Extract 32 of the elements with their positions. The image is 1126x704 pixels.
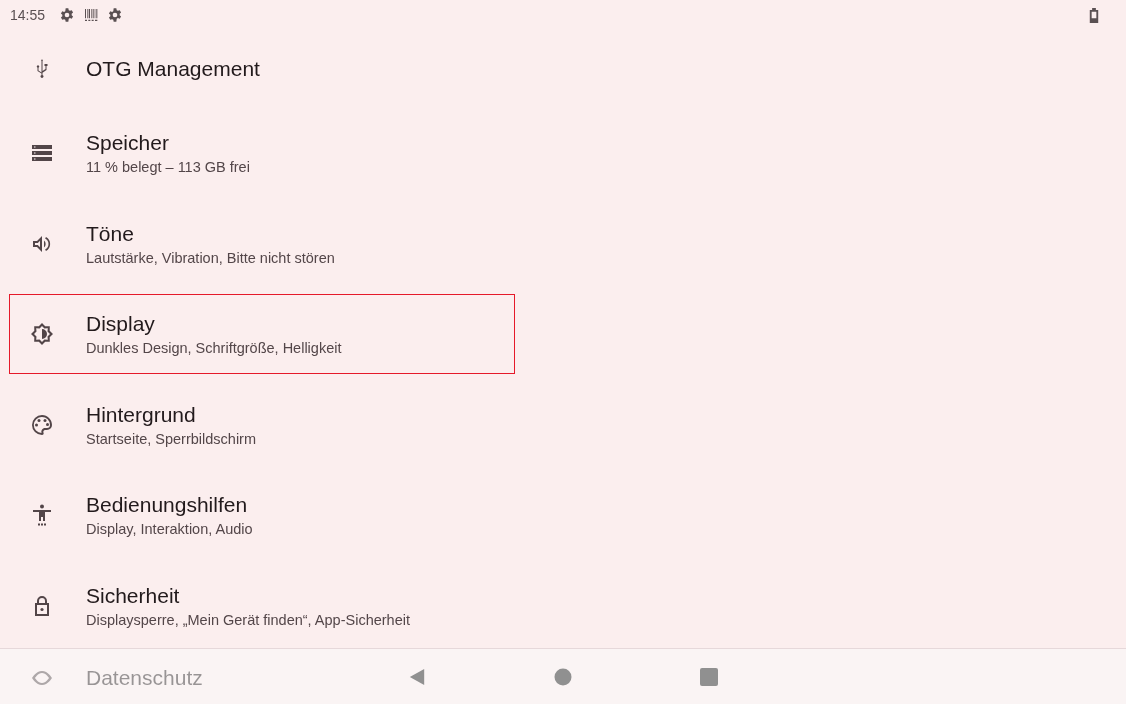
item-subtitle: Lautstärke, Vibration, Bitte nicht stören (86, 249, 335, 266)
settings-item[interactable]: OTG Management (9, 29, 515, 109)
item-subtitle: Dunkles Design, Schriftgröße, Helligkeit (86, 340, 342, 357)
item-title: Display (86, 312, 156, 337)
item-subtitle: Displaysperre, „Mein Gerät finden“, App-Sicherheit (86, 611, 410, 628)
battery-icon (1089, 7, 1099, 23)
palette-icon (30, 412, 54, 437)
item-title: Sicherheit (86, 583, 181, 608)
item-title: Hintergrund (86, 402, 197, 427)
status-time: 14:55 (10, 7, 46, 23)
home-icon[interactable] (554, 667, 572, 686)
item-subtitle: Display, Interaktion, Audio (86, 521, 253, 538)
item-title: Töne (86, 221, 135, 246)
back-icon[interactable] (408, 667, 426, 686)
barcode-icon (83, 7, 100, 23)
settings-item[interactable]: Hintergrund Startseite, Sperrbildschirm (9, 384, 515, 465)
settings-item[interactable]: Töne Lautstärke, Vibration, Bitte nicht stören (9, 203, 515, 284)
item-title: Datenschutz (86, 666, 203, 690)
item-subtitle: 11 % belegt – 113 GB frei (86, 159, 250, 176)
gear-icon (59, 7, 76, 23)
settings-item[interactable]: Bedienungshilfen Display, Interaktion, Audio (9, 475, 515, 556)
recents-icon[interactable] (700, 667, 718, 686)
settings-item[interactable]: Speicher 11 % belegt – 113 GB frei (9, 113, 515, 194)
item-title: Bedienungshilfen (86, 493, 249, 518)
item-subtitle: Startseite, Sperrbildschirm (86, 430, 257, 447)
accessibility-icon (30, 503, 54, 528)
settings-item[interactable]: Sicherheit Displaysperre, „Mein Gerät finden“, App-Sicherheit (9, 565, 515, 646)
brightness-icon (30, 322, 54, 347)
settings-icon (107, 7, 124, 23)
item-title: OTG Management (86, 57, 260, 81)
item-title: Speicher (86, 131, 170, 156)
settings-item[interactable]: Display Dunkles Design, Schriftgröße, Helligkeit (9, 294, 515, 375)
